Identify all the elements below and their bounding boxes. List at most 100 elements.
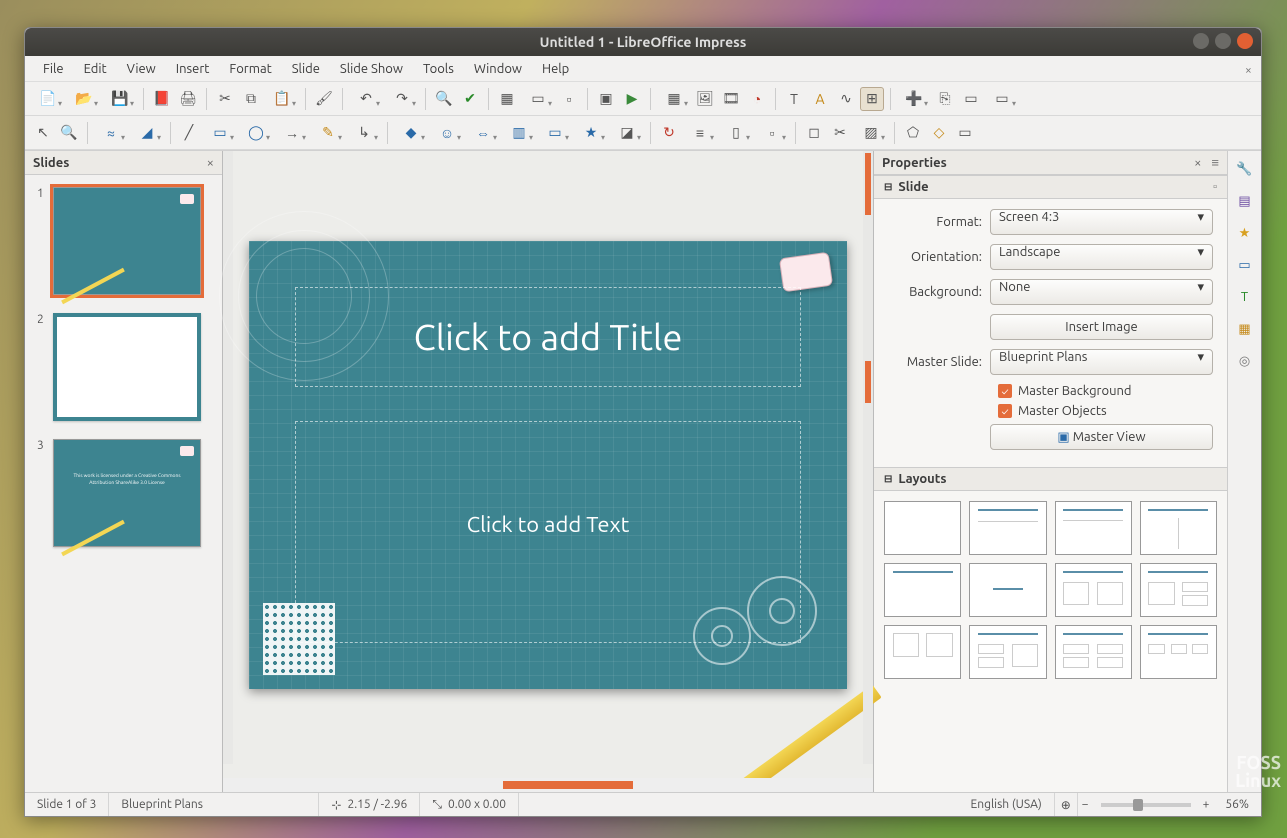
image-button[interactable]: 🖼 xyxy=(693,87,717,111)
rotate-tool[interactable]: ↻ xyxy=(657,121,681,145)
master-objects-checkbox[interactable]: ✓Master Objects xyxy=(998,404,1213,418)
menu-slide[interactable]: Slide xyxy=(282,58,330,80)
collapse-icon[interactable]: ⊟ xyxy=(884,181,892,193)
stars-tool[interactable]: ★ xyxy=(574,121,608,145)
master-view-button[interactable]: ▣ Master View xyxy=(990,424,1213,450)
arrange-tool[interactable]: ▯ xyxy=(719,121,753,145)
menu-help[interactable]: Help xyxy=(532,58,579,80)
print-button[interactable]: 🖨 xyxy=(176,87,200,111)
basic-shapes-tool[interactable]: ◆ xyxy=(394,121,428,145)
minimize-button[interactable] xyxy=(1193,33,1209,49)
vertical-scrollbar[interactable] xyxy=(863,151,873,764)
block-arrows-tool[interactable]: ⇔ xyxy=(466,121,500,145)
layout-title-content[interactable] xyxy=(1055,501,1132,555)
menu-slideshow[interactable]: Slide Show xyxy=(330,58,413,80)
undo-button[interactable]: ↶ xyxy=(349,87,383,111)
format-select[interactable]: Screen 4:3▾ xyxy=(990,209,1213,235)
chart-button[interactable]: ◔ xyxy=(745,87,769,111)
layout-two-boxes[interactable] xyxy=(1055,563,1132,617)
duplicate-slide-button[interactable]: ⎘ xyxy=(933,87,957,111)
slide-section-header[interactable]: ⊟ Slide ▫ xyxy=(874,175,1227,199)
sidebar-master-icon[interactable]: ▭ xyxy=(1233,253,1257,277)
master-background-checkbox[interactable]: ✓Master Background xyxy=(998,384,1213,398)
layout-four-a[interactable] xyxy=(884,625,961,679)
menubar-close-icon[interactable]: × xyxy=(1235,60,1255,74)
new-slide-button[interactable]: ➕ xyxy=(897,87,931,111)
clone-format-button[interactable]: 🖌 xyxy=(312,87,336,111)
textbox-button[interactable]: T xyxy=(782,87,806,111)
zoom-out-icon[interactable]: − xyxy=(1078,793,1093,816)
flowchart-tool[interactable]: ▥ xyxy=(502,121,536,145)
layout-centered[interactable] xyxy=(969,563,1046,617)
canvas-holder[interactable]: Click to add Title Click to add Text xyxy=(223,151,873,778)
status-language[interactable]: English (USA) xyxy=(959,793,1055,816)
sidebar-navigator-icon[interactable]: ◎ xyxy=(1233,349,1257,373)
layout-four-b[interactable] xyxy=(969,625,1046,679)
copy-button[interactable]: ⧉ xyxy=(239,87,263,111)
select-tool[interactable]: ↖ xyxy=(31,121,55,145)
save-button[interactable]: 💾 xyxy=(103,87,137,111)
slide-layout-button[interactable]: ▭ xyxy=(985,87,1019,111)
layouts-section-header[interactable]: ⊟ Layouts xyxy=(874,467,1227,491)
new-button[interactable]: 📄 xyxy=(31,87,65,111)
special-char-button[interactable]: ⊞ xyxy=(860,87,884,111)
insert-image-button[interactable]: Insert Image xyxy=(990,314,1213,340)
zoom-slider[interactable] xyxy=(1101,803,1191,807)
background-select[interactable]: None▾ xyxy=(990,279,1213,305)
table-button[interactable]: ▦ xyxy=(657,87,691,111)
slide-thumbnail-2[interactable] xyxy=(53,313,201,421)
sidebar-slides-icon[interactable]: ▤ xyxy=(1233,189,1257,213)
slides-panel-close-icon[interactable]: × xyxy=(207,156,214,170)
maximize-button[interactable] xyxy=(1215,33,1231,49)
orientation-select[interactable]: Landscape▾ xyxy=(990,244,1213,270)
rectangle-tool[interactable]: ▭ xyxy=(203,121,237,145)
ellipse-tool[interactable]: ◯ xyxy=(239,121,273,145)
zoom-tool[interactable]: 🔍 xyxy=(57,121,81,145)
start-current-button[interactable]: ▶ xyxy=(620,87,644,111)
menu-file[interactable]: File xyxy=(33,58,74,80)
display-views-button[interactable]: ▭ xyxy=(521,87,555,111)
title-placeholder[interactable]: Click to add Title xyxy=(295,287,801,387)
find-replace-button[interactable]: 🔍 xyxy=(432,87,456,111)
menu-insert[interactable]: Insert xyxy=(166,58,220,80)
layout-blank[interactable] xyxy=(884,501,961,555)
line-tool[interactable]: ╱ xyxy=(177,121,201,145)
menu-view[interactable]: View xyxy=(117,58,166,80)
fit-page-icon[interactable]: ⊕ xyxy=(1055,793,1078,816)
properties-menu-icon[interactable]: ≡ xyxy=(1211,155,1219,170)
menu-edit[interactable]: Edit xyxy=(74,58,117,80)
redo-button[interactable]: ↷ xyxy=(385,87,419,111)
vertical-text-button[interactable]: A xyxy=(808,87,832,111)
callouts-tool[interactable]: ▭ xyxy=(538,121,572,145)
layout-title[interactable] xyxy=(969,501,1046,555)
slide-thumbnail-1[interactable] xyxy=(53,187,201,295)
collapse-icon[interactable]: ⊟ xyxy=(884,473,892,485)
zoom-in-icon[interactable]: + xyxy=(1199,793,1214,816)
crop-tool[interactable]: ✂ xyxy=(828,121,852,145)
more-options-icon[interactable]: ▫ xyxy=(1213,181,1217,193)
master-slide-button[interactable]: ▫ xyxy=(557,87,581,111)
properties-close-icon[interactable]: × xyxy=(1194,156,1201,170)
horizontal-scrollbar[interactable] xyxy=(223,778,873,792)
menu-format[interactable]: Format xyxy=(219,58,281,80)
paste-button[interactable]: 📋 xyxy=(265,87,299,111)
sidebar-properties-icon[interactable]: 🔧 xyxy=(1233,157,1257,181)
layout-two-content[interactable] xyxy=(1140,501,1217,555)
sidebar-animation-icon[interactable]: T xyxy=(1233,285,1257,309)
start-first-button[interactable]: ▣ xyxy=(594,87,618,111)
cut-button[interactable]: ✂ xyxy=(213,87,237,111)
spellcheck-button[interactable]: ✔ xyxy=(458,87,482,111)
menu-tools[interactable]: Tools xyxy=(413,58,464,80)
align-tool[interactable]: ≡ xyxy=(683,121,717,145)
slide-thumbnail-3[interactable]: This work is licensed under a Creative C… xyxy=(53,439,201,547)
line-color-button[interactable]: ≈ xyxy=(94,121,128,145)
layout-title-only[interactable] xyxy=(884,563,961,617)
connector-tool[interactable]: ↳ xyxy=(347,121,381,145)
menu-window[interactable]: Window xyxy=(464,58,532,80)
open-button[interactable]: 📂 xyxy=(67,87,101,111)
layout-six[interactable] xyxy=(1140,625,1217,679)
zoom-value[interactable]: 56% xyxy=(1213,793,1261,816)
export-pdf-button[interactable]: 📕 xyxy=(150,87,174,111)
media-button[interactable]: 🎞 xyxy=(719,87,743,111)
sidebar-transition-icon[interactable]: ▦ xyxy=(1233,317,1257,341)
